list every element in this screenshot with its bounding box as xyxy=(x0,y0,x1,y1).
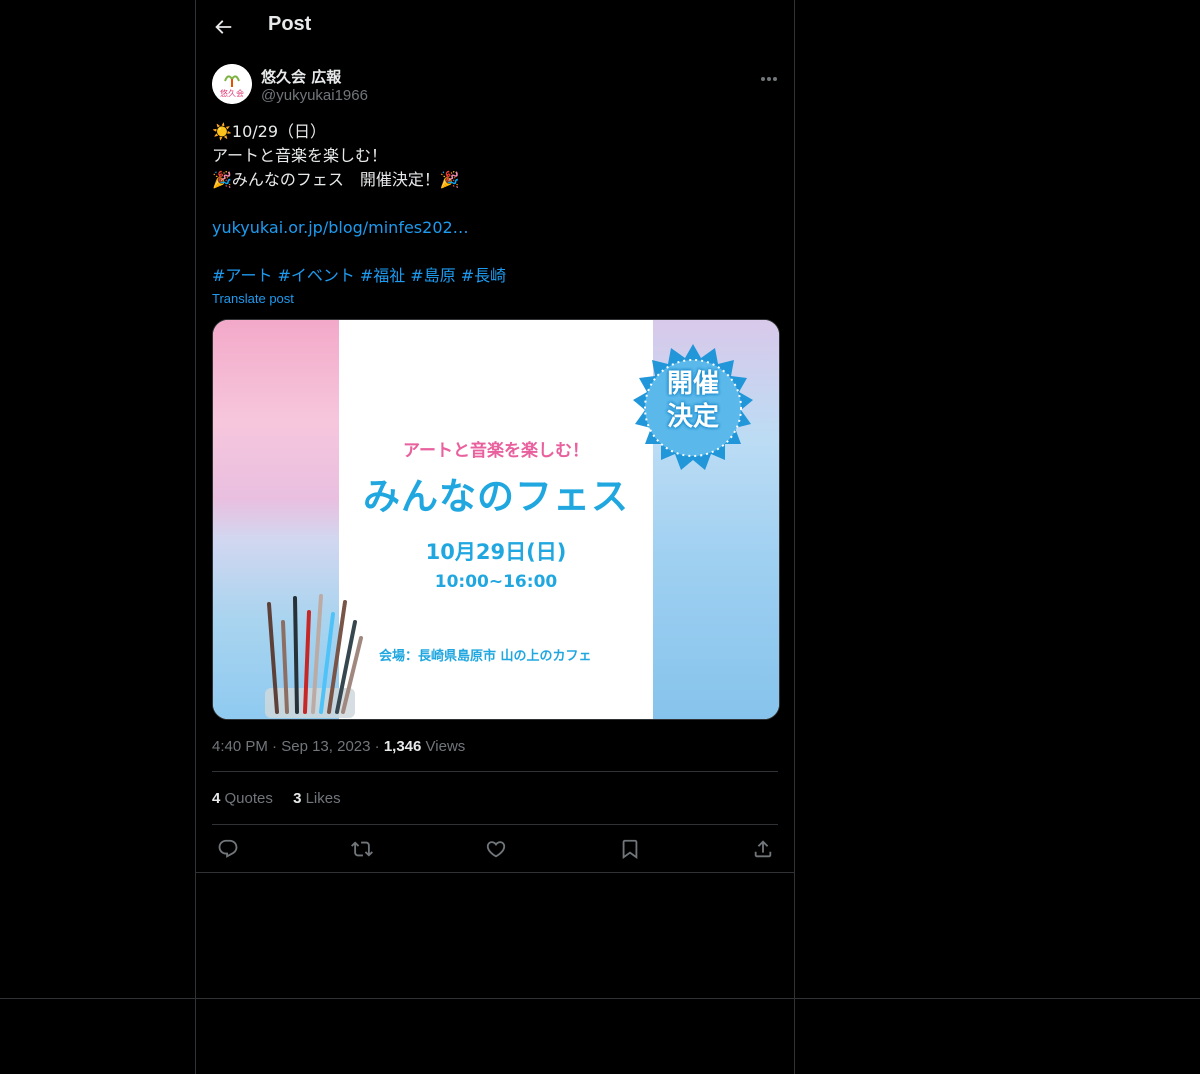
bottom-divider xyxy=(0,998,1200,999)
badge-text: 開催 決定 xyxy=(627,368,759,434)
hashtag-list: #アート #イベント #福祉 #島原 #長崎 xyxy=(212,264,778,288)
image-subtitle: アートと音楽を楽しむ！ xyxy=(403,441,589,461)
post-image[interactable]: アートと音楽を楽しむ！ みんなのフェス 10月29日(日) 10:00~16:0… xyxy=(212,319,780,720)
divider xyxy=(212,824,778,825)
divider xyxy=(212,771,778,772)
post-line: アートと音楽を楽しむ！ xyxy=(212,146,388,165)
image-date: 10月29日(日) xyxy=(425,540,567,564)
page-title: Post xyxy=(268,13,312,35)
quotes-label: Quotes xyxy=(224,790,273,807)
image-time: 10:00~16:00 xyxy=(434,572,558,592)
post-link[interactable]: yukyukai.or.jp/blog/minfes202… xyxy=(212,218,469,237)
bookmark-icon[interactable] xyxy=(619,838,641,860)
likes-stat[interactable]: 3 Likes xyxy=(293,790,341,807)
hashtag[interactable]: #福祉 xyxy=(360,266,405,285)
share-icon[interactable] xyxy=(752,838,774,860)
post-text: ☀️10/29（日） アートと音楽を楽しむ！ 🎉みんなのフェス 開催決定！🎉 y… xyxy=(212,120,778,288)
more-icon[interactable] xyxy=(758,70,780,82)
hashtag[interactable]: #アート xyxy=(212,266,272,285)
badge-line: 開催 xyxy=(666,369,719,399)
image-venue: 会場：長崎県島原市 山の上のカフェ xyxy=(379,649,592,664)
author-name[interactable]: 悠久会 広報 xyxy=(261,66,341,87)
quotes-stat[interactable]: 4 Quotes xyxy=(212,790,273,807)
views-label: Views xyxy=(425,738,466,755)
badge-line: 決定 xyxy=(666,402,719,432)
avatar[interactable]: 悠久会 xyxy=(212,64,252,104)
views-count: 1,346 xyxy=(383,738,422,755)
post-date[interactable]: Sep 13, 2023 xyxy=(281,738,370,755)
decided-badge: 開催 決定 xyxy=(627,342,759,474)
hashtag[interactable]: #島原 xyxy=(410,266,455,285)
translate-post-link[interactable]: Translate post xyxy=(212,291,294,306)
primary-column: Post 悠久会 悠久会 広報 @yukyukai1966 ☀️10/29（日）… xyxy=(195,0,795,1074)
hashtag[interactable]: #長崎 xyxy=(461,266,506,285)
paintbrushes-illustration xyxy=(247,592,367,718)
post-line: 🎉みんなのフェス 開催決定！🎉 xyxy=(212,170,460,189)
likes-label: Likes xyxy=(305,790,341,807)
post-line: ☀️10/29（日） xyxy=(212,122,327,141)
post-meta: 4:40 PM · Sep 13, 2023 · 1,346 Views xyxy=(212,738,466,755)
hashtag[interactable]: #イベント xyxy=(277,266,354,285)
post-stats: 4 Quotes 3 Likes xyxy=(212,790,357,807)
reply-icon[interactable] xyxy=(217,838,239,860)
image-title: みんなのフェス xyxy=(363,475,629,518)
repost-icon[interactable] xyxy=(351,838,373,860)
like-icon[interactable] xyxy=(485,838,507,860)
author-handle[interactable]: @yukyukai1966 xyxy=(261,87,368,104)
post-time[interactable]: 4:40 PM xyxy=(212,738,268,755)
back-arrow-icon[interactable] xyxy=(212,16,234,38)
post-header: Post xyxy=(196,0,794,53)
divider xyxy=(196,872,794,873)
likes-count: 3 xyxy=(293,790,302,807)
action-bar xyxy=(196,838,794,862)
avatar-logo-text: 悠久会 xyxy=(220,88,244,98)
quotes-count: 4 xyxy=(212,790,221,807)
image-center-panel: アートと音楽を楽しむ！ みんなのフェス 10月29日(日) 10:00~16:0… xyxy=(339,320,653,719)
